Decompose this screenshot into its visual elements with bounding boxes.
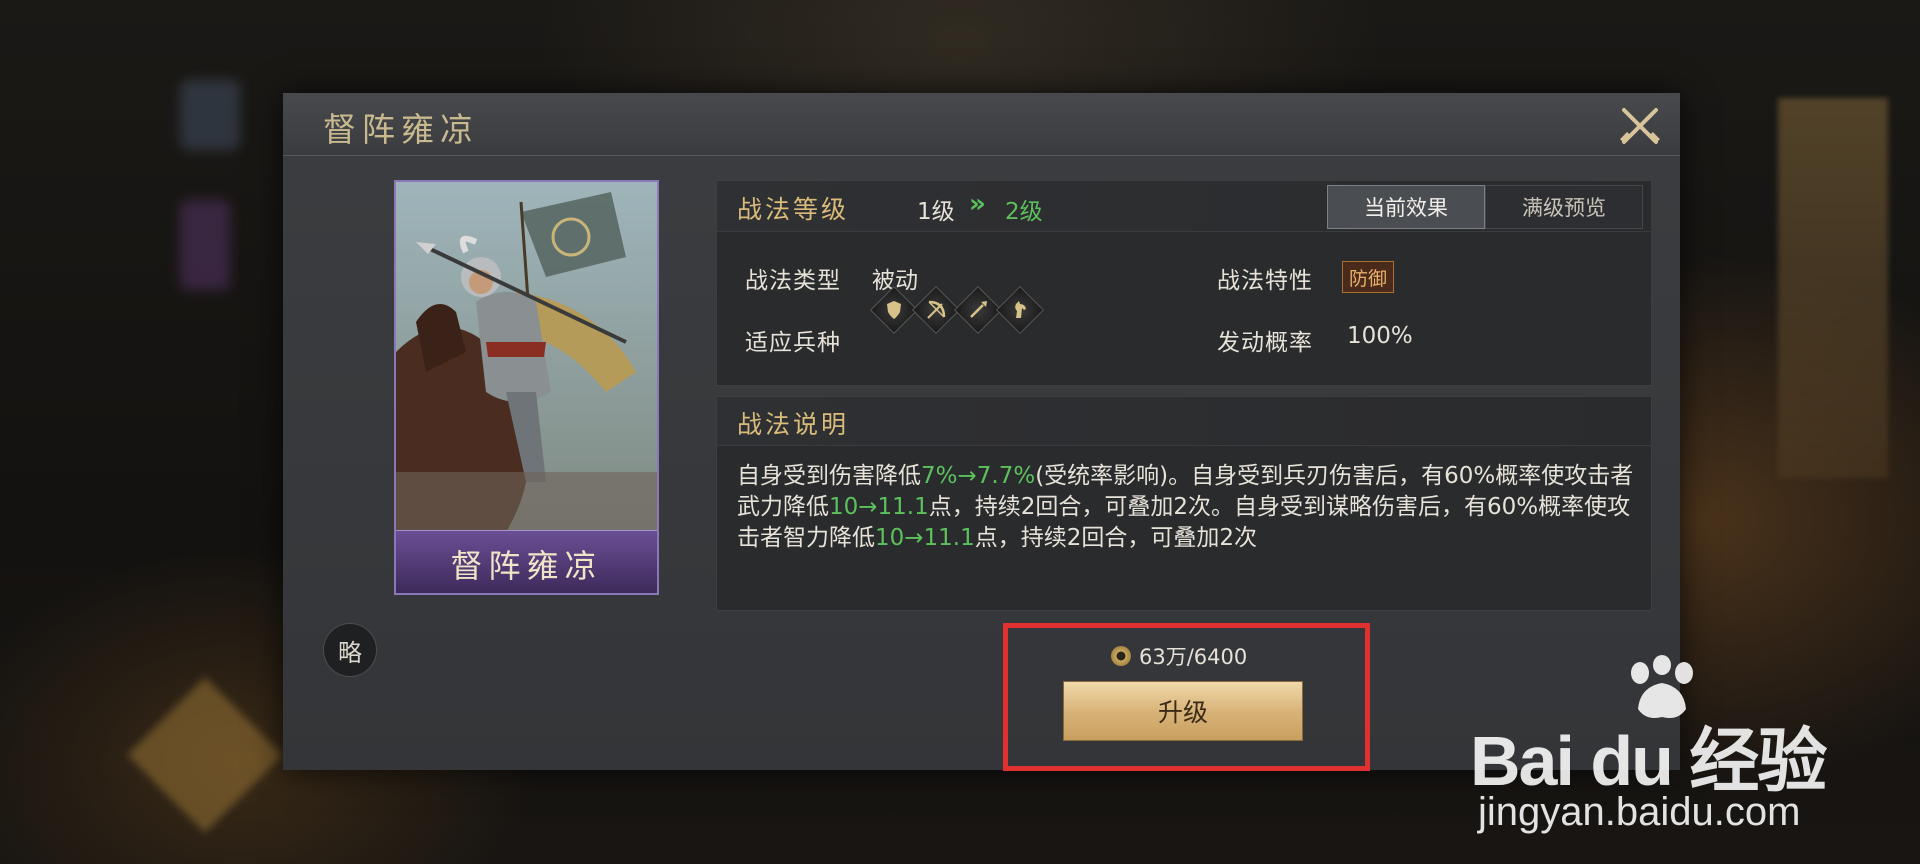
level-header: 战法等级 1级 » 2级 当前效果 满级预览 <box>717 181 1651 232</box>
brief-toggle-button[interactable]: 略 <box>323 623 377 677</box>
crossed-swords-icon <box>1620 108 1660 144</box>
skill-info-panel: 战法等级 1级 » 2级 当前效果 满级预览 战法类型 被动 战法特性 防御 适… <box>716 180 1652 386</box>
horse-icon <box>995 285 1045 335</box>
close-button[interactable] <box>1615 101 1665 151</box>
level-current: 1级 <box>917 199 955 225</box>
bow-icon <box>911 285 961 335</box>
background-side-scroll <box>1778 98 1888 478</box>
level-next: 2级 <box>1005 199 1043 225</box>
spear-icon <box>953 285 1003 335</box>
skill-card: 督阵雍凉 <box>394 180 659 595</box>
tab-current-effect[interactable]: 当前效果 <box>1327 185 1485 229</box>
description-highlight: 10→11.1 <box>875 525 975 551</box>
activation-rate-label: 发动概率 <box>1217 330 1313 356</box>
card-name-bar: 督阵雍凉 <box>396 530 657 593</box>
background-emblem <box>127 677 283 833</box>
description-highlight: 10→11.1 <box>829 494 929 520</box>
general-portrait <box>396 182 657 532</box>
double-chevron-icon: » <box>969 189 986 219</box>
activation-rate-value: 100% <box>1347 323 1413 349</box>
skill-description-panel: 战法说明 自身受到伤害降低7%→7.7%(受统率影响)。自身受到兵刃伤害后，有6… <box>716 396 1652 611</box>
skill-trait-label: 战法特性 <box>1217 268 1313 294</box>
troop-types-label: 适应兵种 <box>745 330 841 356</box>
description-segment: 点，持续2回合，可叠加2次 <box>974 525 1258 551</box>
watermark-url: jingyan.baidu.com <box>1478 790 1801 834</box>
dialog-title: 督阵雍凉 <box>323 110 479 149</box>
skill-trait-badge: 防御 <box>1342 261 1395 293</box>
tab-max-level-preview[interactable]: 满级预览 <box>1485 185 1643 229</box>
description-text: 自身受到伤害降低7%→7.7%(受统率影响)。自身受到兵刃伤害后，有60%概率使… <box>737 461 1637 554</box>
description-title: 战法说明 <box>737 410 850 439</box>
skill-type-label: 战法类型 <box>745 268 841 294</box>
description-highlight: 7%→7.7% <box>921 463 1036 489</box>
level-title: 战法等级 <box>737 195 850 224</box>
description-header: 战法说明 <box>717 397 1651 446</box>
baidu-watermark: Bai du 经验 jingyan.baidu.com <box>1470 655 1890 855</box>
description-segment: 自身受到伤害降低 <box>737 463 921 489</box>
annotation-highlight-box <box>1003 623 1370 771</box>
dialog-header: 督阵雍凉 <box>283 93 1680 156</box>
card-name: 督阵雍凉 <box>450 547 603 585</box>
